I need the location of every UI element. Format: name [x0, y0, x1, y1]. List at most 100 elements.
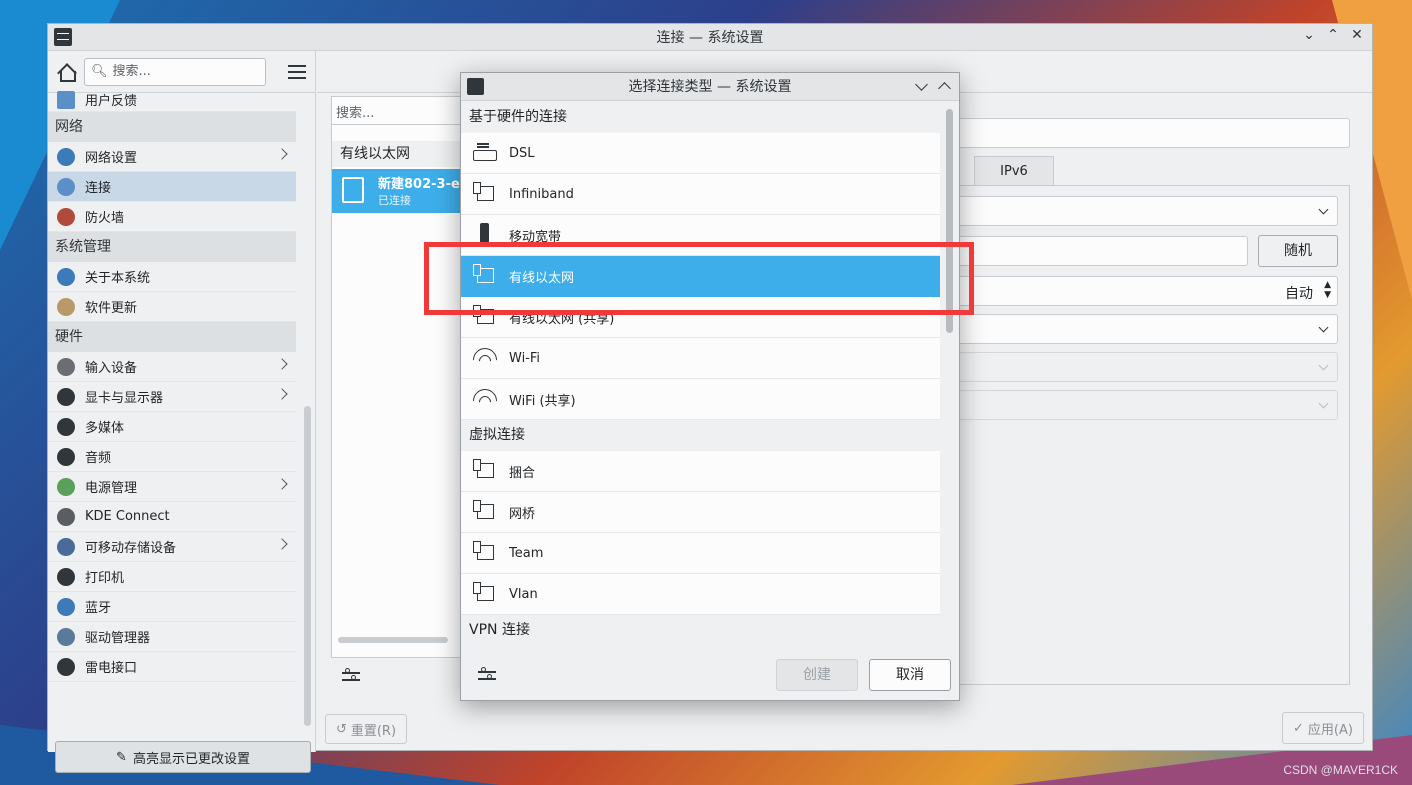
- pen-icon: ✎: [116, 749, 127, 765]
- mtu-spinbox[interactable]: 自动 ▲ ▼: [958, 276, 1338, 306]
- sidebar-item-icon: [57, 477, 75, 496]
- sidebar-item-icon: [57, 507, 75, 526]
- sidebar-item-icon: [57, 417, 75, 436]
- duplex-select: [958, 390, 1338, 420]
- sidebar-item[interactable]: KDE Connect: [48, 502, 296, 532]
- wifi-icon: [473, 387, 495, 411]
- sidebar-item-label: 多媒体: [85, 421, 125, 436]
- chevron-down-icon: [1318, 322, 1329, 333]
- net-icon: [473, 500, 495, 524]
- connection-name: 新建802-3-eth: [378, 177, 462, 192]
- sidebar-search[interactable]: 🔍︎: [84, 57, 266, 86]
- close-button[interactable]: ✕: [1350, 27, 1364, 43]
- connection-type-label: Team: [509, 545, 544, 561]
- connections-search-input[interactable]: 搜索...: [332, 97, 462, 125]
- sidebar-item-label: 显卡与显示器: [85, 391, 164, 406]
- sidebar-item-icon: [57, 447, 75, 466]
- random-button[interactable]: 随机: [1258, 235, 1338, 267]
- sidebar-item[interactable]: 输入设备: [48, 352, 296, 382]
- check-icon: ✓: [1293, 720, 1304, 736]
- sidebar-item[interactable]: 软件更新: [48, 292, 296, 322]
- sidebar-search-input[interactable]: [112, 64, 253, 79]
- sidebar-item[interactable]: 连接: [48, 172, 296, 202]
- connection-type-label: 有线以太网 (共享): [509, 311, 615, 327]
- sidebar-item-label: 打印机: [85, 571, 125, 586]
- sidebar-item-label: KDE Connect: [85, 509, 170, 524]
- net-icon: [473, 264, 495, 288]
- connection-type-label: Wi-Fi: [509, 350, 541, 366]
- connection-type-option[interactable]: 有线以太网 (共享): [461, 297, 940, 338]
- connection-options-icon[interactable]: [342, 668, 360, 684]
- tab-ipv6[interactable]: IPv6: [974, 156, 1054, 186]
- sidebar-item-label: 蓝牙: [85, 601, 112, 616]
- connection-type-option[interactable]: WiFi (共享): [461, 379, 940, 420]
- cloned-mac-field[interactable]: [958, 236, 1248, 266]
- connection-group-header: 虚拟连接: [461, 420, 940, 451]
- net-icon: [473, 305, 495, 329]
- connection-type-option[interactable]: 有线以太网: [461, 256, 940, 297]
- connection-item[interactable]: 新建802-3-eth 已连接: [332, 169, 462, 213]
- sidebar-item[interactable]: 雷电接口: [48, 652, 296, 682]
- sidebar-item[interactable]: 蓝牙: [48, 592, 296, 622]
- feedback-icon: [57, 90, 75, 109]
- connection-type-option[interactable]: Team: [461, 533, 940, 574]
- sidebar-category: 系统管理: [48, 232, 296, 262]
- sidebar-item-icon: [57, 567, 75, 586]
- minimize-button[interactable]: [915, 78, 928, 91]
- chevron-right-icon: [276, 388, 288, 400]
- connection-type-option[interactable]: 网桥: [461, 492, 940, 533]
- sidebar-item[interactable]: 打印机: [48, 562, 296, 592]
- sidebar-scrollbar[interactable]: [304, 406, 311, 726]
- connection-type-option[interactable]: Wi-Fi: [461, 338, 940, 379]
- maximize-button[interactable]: [938, 82, 951, 95]
- reset-button[interactable]: ↺ 重置(R): [325, 714, 407, 744]
- connection-type-option[interactable]: DSL: [461, 133, 940, 174]
- sidebar-item[interactable]: 网络设置: [48, 142, 296, 172]
- sidebar-item[interactable]: 多媒体: [48, 412, 296, 442]
- sidebar-item-user-feedback[interactable]: 用户反馈: [48, 88, 296, 112]
- home-icon[interactable]: [56, 62, 76, 82]
- undo-icon: ↺: [335, 721, 347, 737]
- minimize-button[interactable]: ⌄: [1302, 27, 1316, 43]
- menu-icon[interactable]: [288, 64, 306, 79]
- device-select[interactable]: [958, 196, 1338, 226]
- dialog-scrollbar[interactable]: [946, 109, 953, 333]
- link-negotiation-select[interactable]: [958, 314, 1338, 344]
- options-icon[interactable]: [478, 667, 496, 683]
- sidebar-item[interactable]: 防火墙: [48, 202, 296, 232]
- watermark: CSDN @MAVER1CK: [1283, 763, 1398, 777]
- sidebar-item-label: 防火墙: [85, 211, 125, 226]
- sidebar-item[interactable]: 可移动存储设备: [48, 532, 296, 562]
- net-icon: [473, 541, 495, 565]
- connection-type-label: DSL: [509, 145, 535, 161]
- sidebar-item-icon: [57, 537, 75, 556]
- sidebar-item-label: 雷电接口: [85, 661, 138, 676]
- window-titlebar[interactable]: 连接 — 系统设置 ⌄ ⌃ ✕: [48, 24, 1372, 51]
- connection-type-option[interactable]: 移动宽带: [461, 215, 940, 256]
- sidebar-item[interactable]: 关于本系统: [48, 262, 296, 292]
- spin-arrows-icon[interactable]: ▲ ▼: [1324, 280, 1331, 300]
- wifi-icon: [473, 346, 495, 370]
- sidebar-item[interactable]: 驱动管理器: [48, 622, 296, 652]
- dialog-titlebar[interactable]: 选择连接类型 — 系统设置: [461, 73, 959, 101]
- highlight-changed-button[interactable]: ✎ 高亮显示已更改设置: [55, 741, 311, 773]
- sidebar-item-icon: [57, 147, 75, 166]
- sidebar-item-icon: [57, 357, 75, 376]
- maximize-button[interactable]: ⌃: [1326, 27, 1340, 43]
- connection-type-label: Infiniband: [509, 186, 574, 202]
- apply-button[interactable]: ✓ 应用(A): [1282, 712, 1364, 744]
- connection-type-label: 网桥: [509, 506, 536, 522]
- dsl-icon: [473, 141, 497, 165]
- sidebar-item[interactable]: 显卡与显示器: [48, 382, 296, 412]
- sidebar-list: 用户反馈 网络 网络设置 连接 防火墙 系统管理 关于本系统 软件更新 硬件 输入设备 显卡与显示器…: [48, 90, 296, 682]
- connections-hscrollbar[interactable]: [338, 637, 448, 643]
- sidebar-item[interactable]: 音频: [48, 442, 296, 472]
- sidebar-item[interactable]: 电源管理: [48, 472, 296, 502]
- sidebar-item-label: 可移动存储设备: [85, 541, 177, 556]
- connection-type-option[interactable]: 捆合: [461, 451, 940, 492]
- connection-name-field[interactable]: [945, 118, 1350, 148]
- dialog-title: 选择连接类型 — 系统设置: [628, 79, 792, 95]
- connection-type-option[interactable]: Infiniband: [461, 174, 940, 215]
- cancel-button[interactable]: 取消: [869, 659, 951, 691]
- connection-type-option[interactable]: Vlan: [461, 574, 940, 615]
